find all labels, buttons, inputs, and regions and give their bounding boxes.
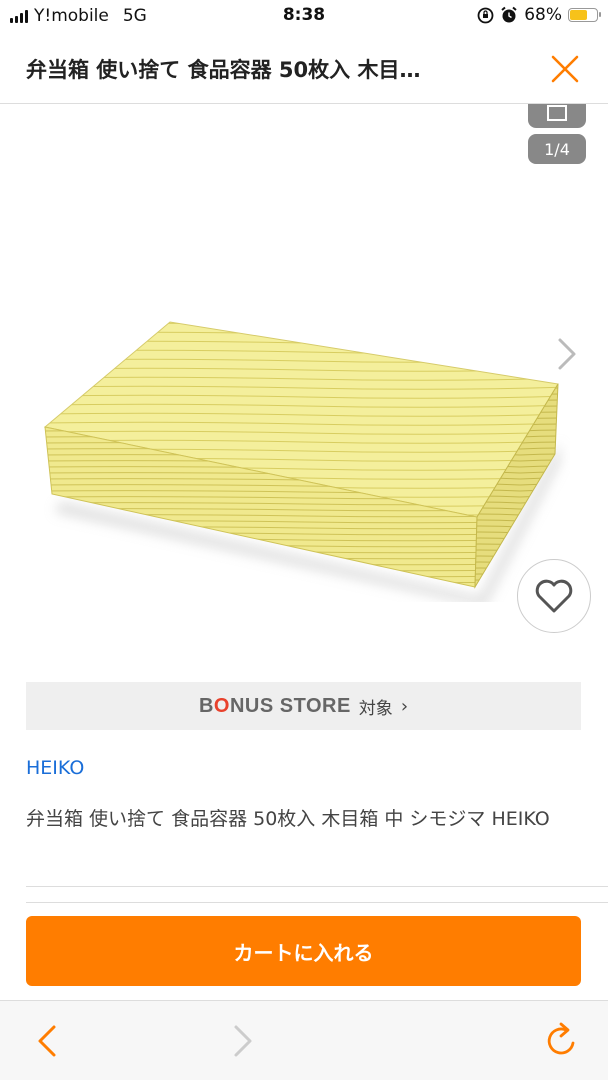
status-right: 68% [477,5,601,25]
product-image [43,321,560,602]
chevron-right-icon [558,338,576,370]
battery-percent: 68% [524,5,562,25]
alarm-icon [501,6,517,23]
gallery-toggle-button[interactable] [528,104,586,128]
reload-icon [547,1022,575,1055]
chevron-right-icon [234,1025,252,1057]
battery-icon [568,8,601,22]
rotation-lock-icon [477,7,494,23]
add-to-cart-button[interactable]: カートに入れる [26,916,581,986]
bonus-store-banner[interactable]: BONUS STORE 対象 › [26,682,581,730]
product-gallery[interactable]: 1/4 [0,104,608,664]
page-header: 弁当箱 使い捨て 食品容器 50枚入 木目… [0,34,608,104]
product-name: 弁当箱 使い捨て 食品容器 50枚入 木目箱 中 シモジマ HEIKO [26,808,550,830]
bonus-store-label: 対象 [358,698,393,719]
divider [26,902,608,903]
chevron-left-icon [38,1025,56,1057]
image-counter: 1/4 [528,134,586,164]
heart-icon [535,579,573,613]
chevron-right-icon: › [400,695,409,717]
divider [26,886,608,887]
battery-fill [570,10,587,20]
back-button[interactable] [36,1023,60,1063]
status-bar: Y!mobile 5G 8:38 68% [0,0,608,34]
forward-button[interactable] [230,1023,254,1063]
close-button[interactable] [548,52,582,86]
reload-button[interactable] [542,1021,582,1065]
image-list-icon [547,105,567,121]
bonus-store-logo: BONUS STORE [198,694,351,717]
favorite-button[interactable] [517,559,591,633]
brand-link[interactable]: HEIKO [26,757,84,779]
next-image-button[interactable] [556,336,580,376]
browser-toolbar [0,1000,608,1080]
close-icon [551,55,579,83]
page-title: 弁当箱 使い捨て 食品容器 50枚入 木目… [26,58,421,82]
